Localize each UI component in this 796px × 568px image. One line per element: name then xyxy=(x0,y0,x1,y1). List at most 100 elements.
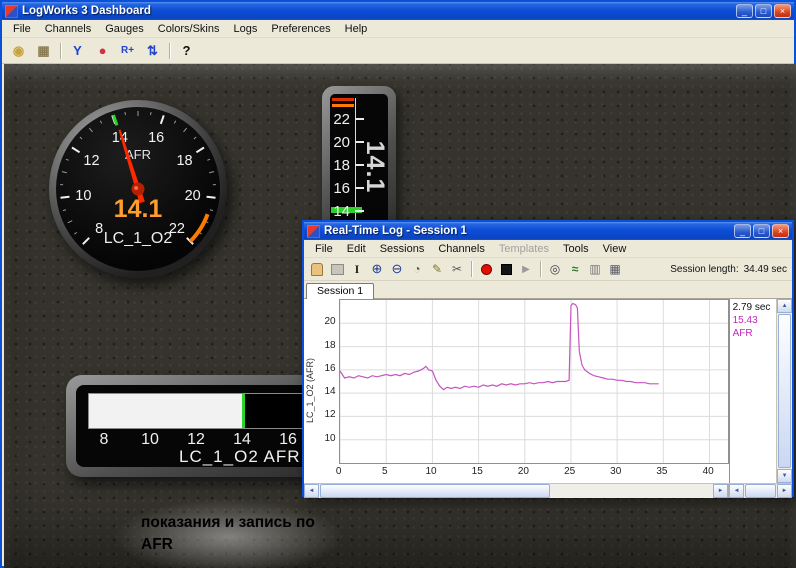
sort-arrows-icon[interactable]: ⇅ xyxy=(141,40,164,61)
chart-x-tick: 25 xyxy=(564,466,575,477)
find-icon[interactable]: ◎ xyxy=(546,261,564,278)
annotation-line-1: показания и запись по xyxy=(141,512,315,534)
horizontal-gauge-peak-marker xyxy=(242,394,245,428)
log-close-button[interactable]: × xyxy=(772,224,789,238)
round-gauge-peak-marker xyxy=(113,115,116,125)
chart-y-tick: 14 xyxy=(325,386,336,397)
edit-notes-icon[interactable]: ✎ xyxy=(428,261,446,278)
log-menu-edit[interactable]: Edit xyxy=(340,242,373,256)
round-gauge-scale-number: 8 xyxy=(95,221,103,237)
panel-scroll-right-button[interactable]: ► xyxy=(777,484,792,498)
main-window-controls: _ □ × xyxy=(734,4,791,18)
vertical-scroll-track[interactable] xyxy=(777,313,792,469)
pan-hand-icon[interactable] xyxy=(308,261,326,278)
annotation-text: показания и запись по AFR xyxy=(141,512,315,556)
main-toolbar: ◉▦ Y●R+⇅? xyxy=(2,38,794,64)
zoom-in-icon[interactable]: ⊕ xyxy=(368,261,386,278)
panel-layout-icon[interactable]: ▦ xyxy=(32,40,55,61)
table-view-icon[interactable]: ▦ xyxy=(606,261,624,278)
chart-plot-area[interactable] xyxy=(339,299,729,464)
horizontal-scroll-thumb[interactable] xyxy=(320,484,550,498)
select-icon-shape xyxy=(331,264,344,275)
chart-x-tick: 15 xyxy=(472,466,483,477)
menu-channels[interactable]: Channels xyxy=(38,22,98,36)
log-menu-sessions[interactable]: Sessions xyxy=(373,242,432,256)
record-button[interactable] xyxy=(477,261,495,278)
log-menu-templates[interactable]: Templates xyxy=(492,242,556,256)
round-gauge-afr[interactable]: AFR 14.1 LC_1_O2 810121416182022 xyxy=(49,100,227,278)
panel-scroll-thumb[interactable] xyxy=(745,484,776,498)
main-titlebar[interactable]: LogWorks 3 Dashboard _ □ × xyxy=(2,2,794,20)
round-gauge-scale-number: 16 xyxy=(148,130,164,146)
cursor-time: 2.79 sec xyxy=(733,301,774,314)
help-icon[interactable]: ? xyxy=(175,40,198,61)
scroll-up-button[interactable]: ▲ xyxy=(777,299,792,313)
toolbar-separator xyxy=(471,261,472,277)
panel-scroll-left-button[interactable]: ◄ xyxy=(729,484,744,498)
cut-session-icon[interactable]: ✂ xyxy=(448,261,466,278)
vertical-gauge-scale-number: 20 xyxy=(330,134,350,151)
zoom-out-icon[interactable]: ⊖ xyxy=(388,261,406,278)
panel-mini-scrollbar[interactable]: ◄ ► xyxy=(728,484,792,498)
scroll-right-button[interactable]: ► xyxy=(713,484,728,498)
main-window: LogWorks 3 Dashboard _ □ × FileChannelsG… xyxy=(0,0,796,568)
stop-button[interactable] xyxy=(497,261,515,278)
round-gauge-scale-number: 22 xyxy=(169,221,185,237)
close-button[interactable]: × xyxy=(774,4,791,18)
log-menu-file[interactable]: File xyxy=(308,242,340,256)
play-button[interactable]: ▶ xyxy=(517,261,535,278)
text-cursor-icon[interactable]: I xyxy=(348,261,366,278)
colors-ball-icon[interactable]: ● xyxy=(91,40,114,61)
panel-scroll-track[interactable] xyxy=(744,484,777,498)
vertical-gauge-value: 14.1 xyxy=(363,121,389,213)
chart-y-tick-labels: 101214161820 xyxy=(317,299,339,483)
select-icon[interactable] xyxy=(328,261,346,278)
menu-gauges[interactable]: Gauges xyxy=(98,22,151,36)
y-axis-icon[interactable]: Y xyxy=(66,40,89,61)
log-titlebar[interactable]: Real-Time Log - Session 1 _ □ × xyxy=(304,222,792,240)
overlay-icon[interactable]: ≈ xyxy=(566,261,584,278)
menu-preferences[interactable]: Preferences xyxy=(264,22,337,36)
horizontal-scrollbar[interactable]: ◄ ► xyxy=(304,484,728,498)
horizontal-gauge-channel: LC_1_O2 AFR xyxy=(179,447,301,467)
log-menu-channels[interactable]: Channels xyxy=(431,242,491,256)
menu-help[interactable]: Help xyxy=(338,22,375,36)
vertical-gauge-tick xyxy=(355,141,364,143)
vertical-scroll-thumb[interactable] xyxy=(778,314,791,468)
stop-button-shape xyxy=(501,264,512,275)
horizontal-gauge-scale-number: 10 xyxy=(141,431,159,449)
minimize-button[interactable]: _ xyxy=(736,4,753,18)
log-menu-view[interactable]: View xyxy=(596,242,634,256)
chart-x-tick: 30 xyxy=(610,466,621,477)
round-gauge-scale-number: 18 xyxy=(176,153,192,169)
session-length: Session length:34.49 sec xyxy=(670,264,792,275)
chart-y-axis-title: LC_1_O2 (AFR) xyxy=(304,299,317,483)
scroll-down-button[interactable]: ▼ xyxy=(777,469,792,483)
time-scale-icon[interactable]: ◔ xyxy=(408,261,426,278)
chart-y-tick: 18 xyxy=(325,340,336,351)
log-toolbar-icons: I⊕⊖◔✎✂ ▶ ◎≈▥▦ xyxy=(307,261,625,278)
round-gauge-warning-arc xyxy=(190,214,207,241)
chart-gridlines xyxy=(340,300,728,463)
horizontal-scroll-track[interactable] xyxy=(319,484,713,498)
record-button-shape xyxy=(481,264,492,275)
horizontal-gauge-fill xyxy=(89,394,245,428)
vertical-gauge-red-mark xyxy=(332,98,354,101)
log-menu-tools[interactable]: Tools xyxy=(556,242,596,256)
vertical-gauge-tick xyxy=(355,187,364,189)
difference-icon[interactable]: ▥ xyxy=(586,261,604,278)
annotation-line-2: AFR xyxy=(141,534,315,556)
round-gauge-icon[interactable]: ◉ xyxy=(7,40,30,61)
menu-file[interactable]: File xyxy=(6,22,38,36)
chart-y-tick: 16 xyxy=(325,363,336,374)
record-setup-icon[interactable]: R+ xyxy=(116,40,139,61)
vertical-scrollbar[interactable]: ▲ ▼ xyxy=(776,299,792,483)
session-length-label: Session length: xyxy=(670,264,738,275)
scroll-left-button[interactable]: ◄ xyxy=(304,484,319,498)
menu-logs[interactable]: Logs xyxy=(227,22,265,36)
tab-session-1[interactable]: Session 1 xyxy=(306,283,374,299)
maximize-button[interactable]: □ xyxy=(755,4,772,18)
log-minimize-button[interactable]: _ xyxy=(734,224,751,238)
menu-colors-skins[interactable]: Colors/Skins xyxy=(151,22,227,36)
log-maximize-button[interactable]: □ xyxy=(753,224,770,238)
